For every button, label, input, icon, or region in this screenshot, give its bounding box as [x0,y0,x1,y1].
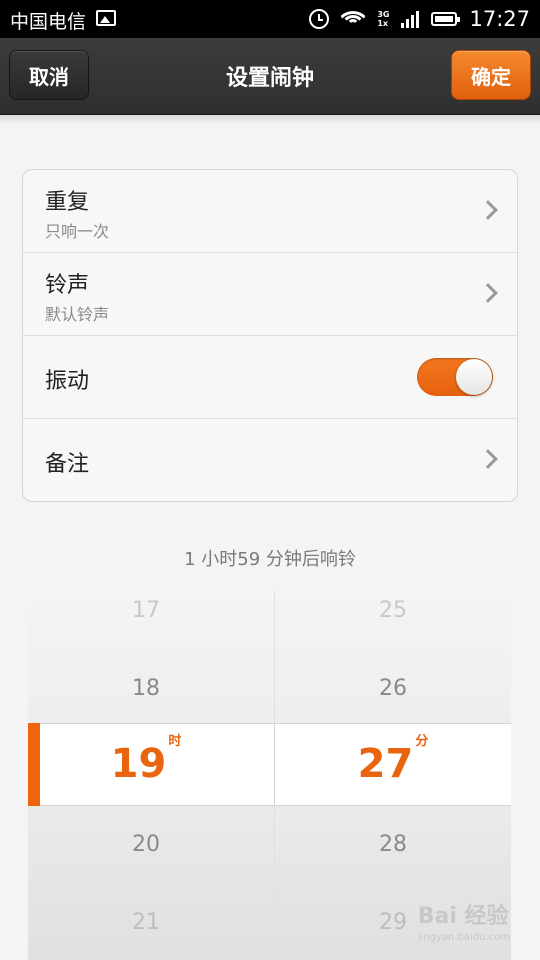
minute-option[interactable]: 25 [275,598,511,623]
status-icons: 3G 1x 17:27 [309,6,530,32]
confirm-button[interactable]: 确定 [451,50,531,100]
ringtone-row[interactable]: 铃声 默认铃声 [23,253,517,336]
image-notification-icon [96,10,116,26]
toggle-knob [456,359,492,395]
time-until-alarm: 1 小时59 分钟后响铃 [184,549,356,570]
wifi-icon [341,9,366,29]
hour-unit: 时 [168,733,182,749]
watermark-url: jingyan.baidu.com [417,932,510,943]
note-row[interactable]: 备注 [23,419,517,501]
minute-option[interactable]: 28 [275,832,511,857]
alarm-icon [309,9,330,29]
hour-option[interactable]: 18 [28,676,264,701]
hour-wheel[interactable]: 17 18 19 时 20 21 [28,590,274,960]
vibrate-toggle[interactable] [417,358,493,396]
selected-minute[interactable]: 27 分 [275,734,511,787]
vibrate-label: 振动 [45,369,90,394]
carrier-name: 中国电信 [10,11,87,33]
watermark-logo: Bai 经验 jingyan.baidu.com [418,898,510,943]
vibrate-row: 振动 [23,336,517,419]
alarm-settings-list: 重复 只响一次 铃声 默认铃声 振动 备注 [22,169,518,502]
hour-option[interactable]: 20 [28,832,264,857]
repeat-value: 只响一次 [45,222,110,241]
battery-icon [431,12,461,26]
ringtone-label: 铃声 [45,273,90,298]
minute-unit: 分 [415,733,429,749]
network-3g-label: 3G [377,10,390,19]
ringtone-value: 默认铃声 [45,305,110,324]
minute-option[interactable]: 26 [275,676,511,701]
title-bar: 取消 设置闹钟 确定 [0,38,540,115]
chevron-right-icon [478,200,498,220]
note-label: 备注 [45,452,90,477]
hour-option[interactable]: 21 [28,910,264,935]
network-1x-label: 1x [377,19,389,28]
title-bar-shadow [0,114,540,124]
selected-hour[interactable]: 19 时 [28,734,264,787]
repeat-label: 重复 [45,190,90,215]
chevron-right-icon [478,283,498,303]
status-time: 17:27 [469,7,530,31]
network-type-indicator: 3G 1x [377,10,389,28]
selected-minute-value: 27 [357,741,414,787]
repeat-row[interactable]: 重复 只响一次 [23,170,517,253]
signal-icon [401,10,420,28]
selected-hour-value: 19 [110,741,167,787]
chevron-right-icon [478,449,498,469]
watermark-text: Bai 经验 [417,904,509,929]
status-bar: 中国电信 3G 1x 17:27 [0,0,540,38]
hour-option[interactable]: 17 [28,598,264,623]
